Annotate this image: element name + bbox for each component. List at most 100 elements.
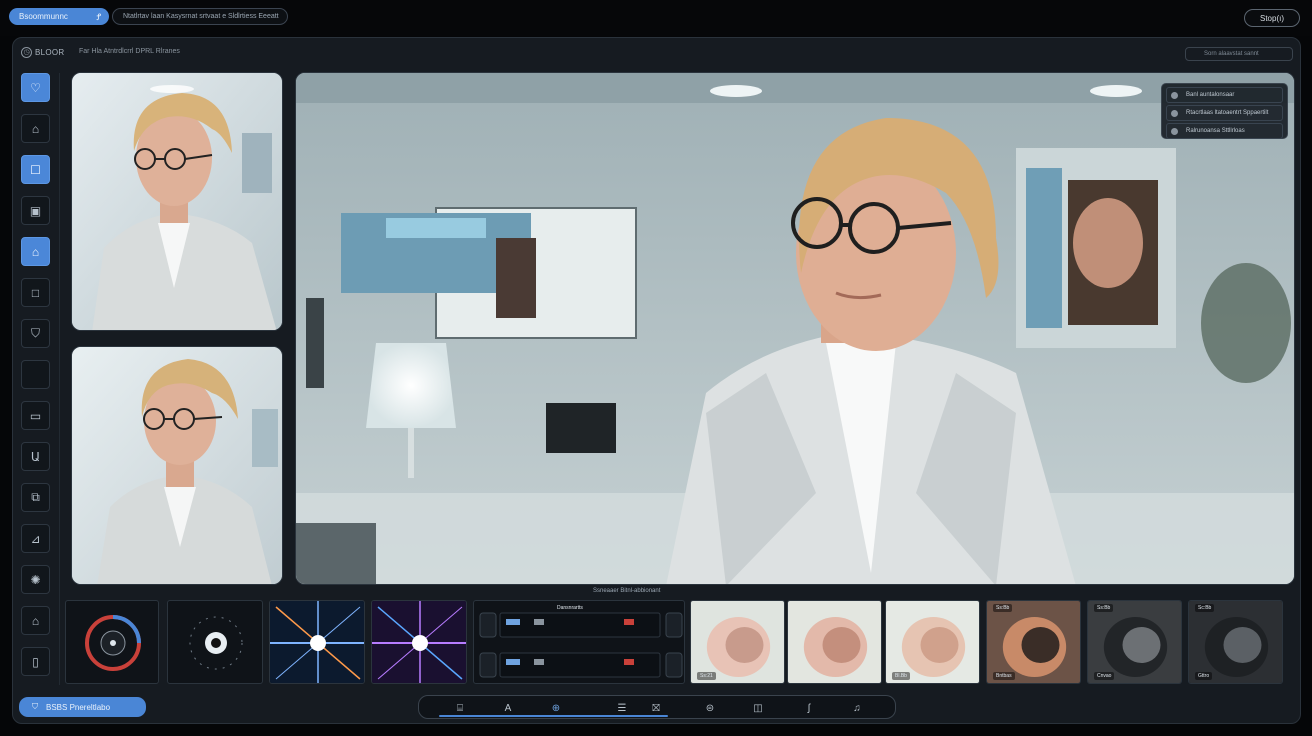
stop-button[interactable]: Stop(ı): [1244, 9, 1300, 27]
primary-mode-pill[interactable]: Bsoommunnc Ꝭ: [9, 8, 109, 25]
sidebar-button-chat[interactable]: ☐: [21, 155, 50, 184]
tile-tag: Sc:Bb: [1195, 604, 1215, 612]
shield-icon: ⛉: [30, 326, 40, 340]
audio-tool-icon[interactable]: ♫: [850, 701, 864, 715]
transform-tool-icon[interactable]: ⛝: [649, 701, 663, 715]
trash-icon: Ա: [30, 449, 41, 464]
signal-rack-graphic: [479, 612, 683, 678]
sidebar-button-settings[interactable]: ✺: [21, 565, 50, 594]
tool-sidebar: ♡ ⌂ ☐ ▣ ⌂ □ ⛉ ▭ Ա ⧉ ⊿ ✺ ⌂ ▯: [17, 73, 55, 685]
primary-mode-label: Bsoommunnc: [19, 12, 68, 21]
portrait-image-1: [72, 73, 282, 330]
curve-tool-icon[interactable]: ʃ: [802, 701, 816, 715]
photo-tile-portrait-dark-1[interactable]: Ss:Bb Cnvao: [1087, 600, 1182, 684]
stamp-icon: ⊿: [30, 531, 41, 546]
bell-icon: ⌂: [31, 613, 40, 628]
light-flare-icon: [270, 601, 364, 683]
overlay-option-2[interactable]: Rtacrtlaas ltatoaentrt Sppaertilt: [1166, 105, 1283, 121]
status-pill-button[interactable]: ⛉ BSBS Pnereltlabo: [19, 697, 146, 717]
effects-tool-icon[interactable]: ⊕: [549, 701, 563, 715]
rack-header-label: Dansnrartts: [557, 605, 583, 611]
asset-strip: Dansnrartts Ss:21 Bl.Bb Ss:Bb Bntbas Ss:Bb Cnv…: [65, 600, 1295, 684]
dial-tile-lens[interactable]: [167, 600, 263, 684]
sidebar-button-copy[interactable]: ⧉: [21, 483, 50, 512]
option-thumb-icon: [1171, 127, 1178, 135]
main-preview-canvas[interactable]: [295, 72, 1295, 585]
sidebar-button-frame[interactable]: ▭: [21, 401, 50, 430]
cloud-icon: ⌂: [31, 244, 40, 259]
project-title-pill[interactable]: Ntatlrtav laan Kasysrnat srtvaat e Sldlr…: [112, 8, 288, 25]
sidebar-button-shield[interactable]: ⛉: [21, 319, 50, 348]
sidebar-button-cloud[interactable]: ⌂: [21, 237, 50, 266]
overlay-option-label: Banl auntalonsaar: [1186, 92, 1235, 98]
sidebar-button-bell[interactable]: ⌂: [21, 606, 50, 635]
lens-dial-icon: [189, 616, 243, 670]
phone-icon: ▯: [32, 654, 39, 669]
copy-icon: ⧉: [31, 490, 40, 504]
tile-label: Ss:21: [697, 672, 716, 680]
tile-tag: Ss:Bb: [993, 604, 1013, 612]
text-tool-icon[interactable]: A: [501, 701, 515, 715]
tile-label: Bntbas: [993, 672, 1015, 680]
shield-icon: ⛉: [32, 702, 38, 711]
clock-icon: ◷: [21, 47, 32, 58]
photo-tile-object[interactable]: Ss:Bb Bntbas: [986, 600, 1081, 684]
main-portrait-image: [296, 73, 1294, 584]
search-field[interactable]: Sorn alaavstat sannt: [1185, 47, 1293, 61]
mode-icon: Ꝭ: [96, 12, 101, 22]
sidebar-button-stamp[interactable]: ⊿: [21, 524, 50, 553]
thumbnail-portrait-1[interactable]: [71, 72, 283, 331]
dial-ring-icon: [85, 615, 141, 671]
option-thumb-icon: [1171, 109, 1178, 117]
overlay-option-3[interactable]: Ralrunoansa Sttllrloas: [1166, 123, 1283, 139]
sidebar-button-square[interactable]: □: [21, 278, 50, 307]
photo-tile-coral-2[interactable]: [787, 600, 882, 684]
thumbnail-portrait-2[interactable]: [71, 346, 283, 585]
editor-window: ◷ BLOOR Far Hla Atntrdlcrrl DPRL Rlranes…: [12, 37, 1301, 724]
brand-label: BLOOR: [35, 48, 65, 57]
sidebar-divider: [59, 73, 60, 685]
sidebar-button-trash[interactable]: Ա: [21, 442, 50, 471]
top-bar: Bsoommunnc Ꝭ Ntatlrtav laan Kasysrnat sr…: [0, 0, 1312, 36]
window-header: ◷ BLOOR Far Hla Atntrdlcrrl DPRL Rlranes…: [13, 38, 1300, 68]
option-thumb-icon: [1171, 91, 1178, 99]
overlay-option-label: Rtacrtlaas ltatoaentrt Sppaertilt: [1186, 110, 1269, 116]
sidebar-button-home[interactable]: ⌂: [21, 114, 50, 143]
window-subtitle: Far Hla Atntrdlcrrl DPRL Rlranes: [79, 48, 180, 55]
sidebar-button-blank[interactable]: [21, 360, 50, 389]
sidebar-button-camera[interactable]: ▣: [21, 196, 50, 225]
photo-thumbnail: [788, 601, 881, 683]
overlay-option-label: Ralrunoansa Sttllrloas: [1186, 128, 1245, 134]
chat-icon: ☐: [30, 162, 41, 177]
photo-tile-coral-3[interactable]: Bl.Bb: [885, 600, 980, 684]
sidebar-button-phone[interactable]: ▯: [21, 647, 50, 676]
project-title-text: Ntatlrtav laan Kasysrnat srtvaat e Sldlr…: [123, 13, 279, 20]
signal-rack-tile[interactable]: Dansnrartts: [473, 600, 685, 684]
flare-tile-blue[interactable]: [269, 600, 365, 684]
layers-tool-icon[interactable]: ⌸: [453, 701, 467, 715]
dial-tile-red-blue[interactable]: [65, 600, 159, 684]
list-tool-icon[interactable]: ☰: [615, 701, 629, 715]
photo-tile-portrait-dark-2[interactable]: Sc:Bb Gttro: [1188, 600, 1283, 684]
status-label: BSBS Pnereltlabo: [46, 702, 111, 712]
tile-label: Cnvao: [1094, 672, 1115, 680]
photo-tile-coral-1[interactable]: Ss:21: [690, 600, 785, 684]
mask-tool-icon[interactable]: ⊜: [703, 701, 717, 715]
bottom-bar: ⛉ BSBS Pnereltlabo ⌸ A ⊕ ☰ ⛝ ⊜ ◫ ʃ ♫: [19, 695, 1297, 721]
overlay-options-menu: Banl auntalonsaar Rtacrtlaas ltatoaentrt …: [1161, 83, 1288, 139]
tile-tag: Ss:Bb: [1094, 604, 1114, 612]
crop-tool-icon[interactable]: ◫: [751, 701, 765, 715]
tile-label: Bl.Bb: [892, 672, 910, 680]
sidebar-button-heart[interactable]: ♡: [21, 73, 50, 102]
camera-icon: ▣: [29, 203, 42, 218]
home-icon: ⌂: [31, 121, 40, 136]
portrait-image-2: [72, 347, 282, 584]
preview-caption: Ssneaaer Bitnl-abbionant: [593, 588, 661, 594]
settings-icon: ✺: [30, 572, 41, 587]
square-icon: □: [31, 285, 40, 300]
overlay-option-1[interactable]: Banl auntalonsaar: [1166, 87, 1283, 103]
bottom-toolbar: ⌸ A ⊕ ☰ ⛝ ⊜ ◫ ʃ ♫: [418, 695, 896, 719]
light-flare-icon: [372, 601, 466, 683]
flare-tile-purple[interactable]: [371, 600, 467, 684]
timeline-progress-bar[interactable]: [439, 715, 669, 717]
